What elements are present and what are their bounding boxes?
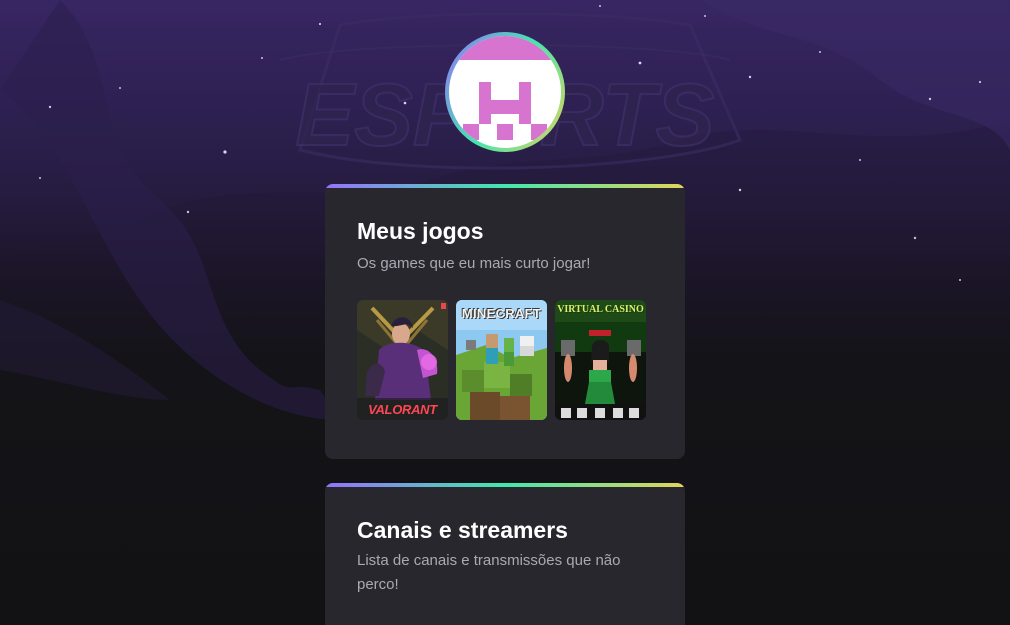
- channels-title: Canais e streamers: [357, 517, 568, 543]
- game-cover-minecraft[interactable]: MINECRAFT: [456, 300, 547, 420]
- virtual-casino-cover: [555, 300, 646, 420]
- profile-avatar[interactable]: [445, 32, 565, 152]
- game-cover-virtual-casino[interactable]: VIRTUAL CASINO: [555, 300, 646, 420]
- avatar-image: [449, 36, 561, 148]
- games-list: VALORANT MINECRAFT VIRTUAL CASINO: [357, 300, 646, 420]
- valorant-title: VALORANT: [368, 402, 437, 417]
- page: ESPORTS: [0, 0, 1010, 625]
- virtual-casino-title: VIRTUAL CASINO: [557, 304, 644, 315]
- games-card: Meus jogos Os games que eu mais curto jo…: [325, 184, 685, 459]
- channels-description: Lista de canais e transmissões que não p…: [357, 552, 621, 593]
- games-description: Os games que eu mais curto jogar!: [357, 255, 591, 272]
- minecraft-title: MINECRAFT: [461, 306, 542, 321]
- channels-card: Canais e streamers Lista de canais e tra…: [325, 483, 685, 625]
- pixel-invader-icon: [449, 36, 561, 140]
- game-cover-valorant[interactable]: VALORANT: [357, 300, 448, 420]
- games-title: Meus jogos: [357, 218, 484, 244]
